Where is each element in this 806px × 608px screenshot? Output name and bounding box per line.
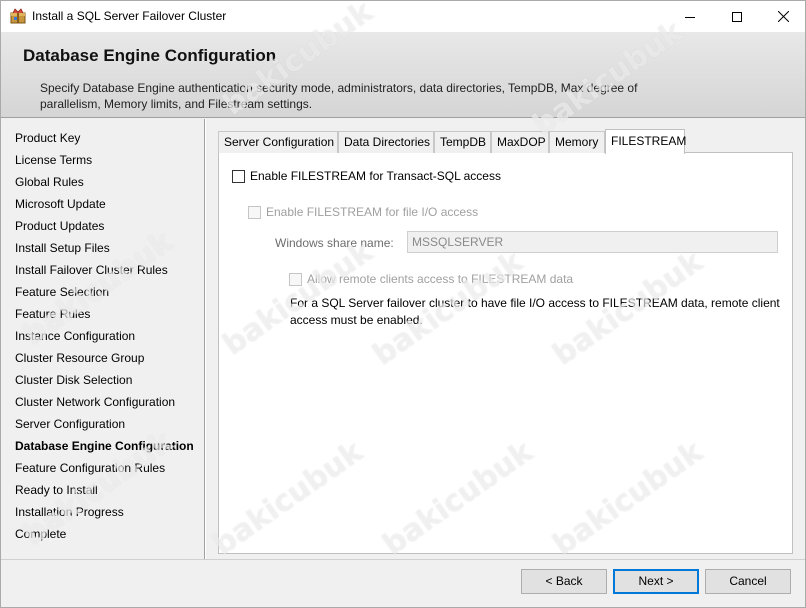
minimize-icon [685, 16, 695, 18]
enable-io-checkbox-row[interactable]: Enable FILESTREAM for file I/O access [248, 205, 478, 219]
nav-item-feature-configuration-rules[interactable]: Feature Configuration Rules [15, 461, 165, 475]
close-button[interactable] [760, 1, 805, 32]
nav-item-feature-selection[interactable]: Feature Selection [15, 285, 109, 299]
nav-divider [204, 119, 206, 559]
nav-item-cluster-resource-group[interactable]: Cluster Resource Group [15, 351, 144, 365]
nav-item-instance-configuration[interactable]: Instance Configuration [15, 329, 135, 343]
page-header: Database Engine Configuration Specify Da… [1, 32, 805, 118]
footer-divider [1, 559, 805, 560]
nav-item-global-rules[interactable]: Global Rules [15, 175, 84, 189]
wizard-steps-nav: Product Key License Terms Global Rules M… [1, 119, 203, 559]
tab-filestream[interactable]: FILESTREAM [605, 129, 686, 154]
nav-item-complete[interactable]: Complete [15, 527, 66, 541]
setup-box-icon [10, 8, 26, 24]
nav-item-product-key[interactable]: Product Key [15, 131, 80, 145]
nav-item-install-failover-cluster-rules[interactable]: Install Failover Cluster Rules [15, 263, 168, 277]
next-button[interactable]: Next > [613, 569, 699, 594]
nav-item-database-engine-configuration[interactable]: Database Engine Configuration [15, 439, 194, 453]
nav-item-feature-rules[interactable]: Feature Rules [15, 307, 90, 321]
enable-tsql-label: Enable FILESTREAM for Transact-SQL acces… [250, 169, 501, 183]
failover-note: For a SQL Server failover cluster to hav… [290, 296, 780, 327]
page-description: Specify Database Engine authentication s… [40, 81, 638, 111]
nav-item-server-configuration[interactable]: Server Configuration [15, 417, 125, 431]
enable-io-checkbox[interactable] [248, 205, 261, 219]
tab-data-directories[interactable]: Data Directories [338, 131, 434, 153]
tab-maxdop[interactable]: MaxDOP [491, 131, 549, 153]
tab-tempdb[interactable]: TempDB [434, 131, 491, 153]
nav-item-ready-to-install[interactable]: Ready to Install [15, 483, 98, 497]
back-button[interactable]: < Back [521, 569, 607, 594]
nav-item-installation-progress[interactable]: Installation Progress [15, 505, 124, 519]
tab-server-configuration[interactable]: Server Configuration [218, 131, 338, 153]
enable-tsql-checkbox[interactable] [232, 169, 245, 183]
tab-memory[interactable]: Memory [549, 131, 605, 153]
close-icon [777, 11, 789, 22]
maximize-icon [732, 11, 742, 22]
title-bar[interactable]: Install a SQL Server Failover Cluster [1, 1, 805, 32]
filestream-tab-panel: Enable FILESTREAM for Transact-SQL acces… [218, 152, 793, 554]
window-title: Install a SQL Server Failover Cluster [32, 9, 227, 23]
minimize-button[interactable] [667, 1, 713, 32]
remote-clients-checkbox[interactable] [289, 272, 302, 286]
nav-item-license-terms[interactable]: License Terms [15, 153, 92, 167]
share-name-label: Windows share name: [275, 236, 394, 250]
nav-item-cluster-disk-selection[interactable]: Cluster Disk Selection [15, 373, 132, 387]
remote-clients-checkbox-row[interactable]: Allow remote clients access to FILESTREA… [289, 272, 573, 286]
nav-item-product-updates[interactable]: Product Updates [15, 219, 104, 233]
enable-io-label: Enable FILESTREAM for file I/O access [266, 205, 479, 219]
remote-clients-label: Allow remote clients access to FILESTREA… [307, 272, 574, 286]
installer-window: Install a SQL Server Failover Cluster Da… [0, 0, 806, 608]
maximize-button[interactable] [714, 1, 760, 32]
cancel-button[interactable]: Cancel [705, 569, 791, 594]
enable-tsql-checkbox-row[interactable]: Enable FILESTREAM for Transact-SQL acces… [232, 169, 501, 183]
page-title: Database Engine Configuration [23, 46, 277, 65]
nav-item-install-setup-files[interactable]: Install Setup Files [15, 241, 110, 255]
share-name-input[interactable] [407, 231, 778, 253]
nav-item-cluster-network-configuration[interactable]: Cluster Network Configuration [15, 395, 175, 409]
nav-item-microsoft-update[interactable]: Microsoft Update [15, 197, 106, 211]
